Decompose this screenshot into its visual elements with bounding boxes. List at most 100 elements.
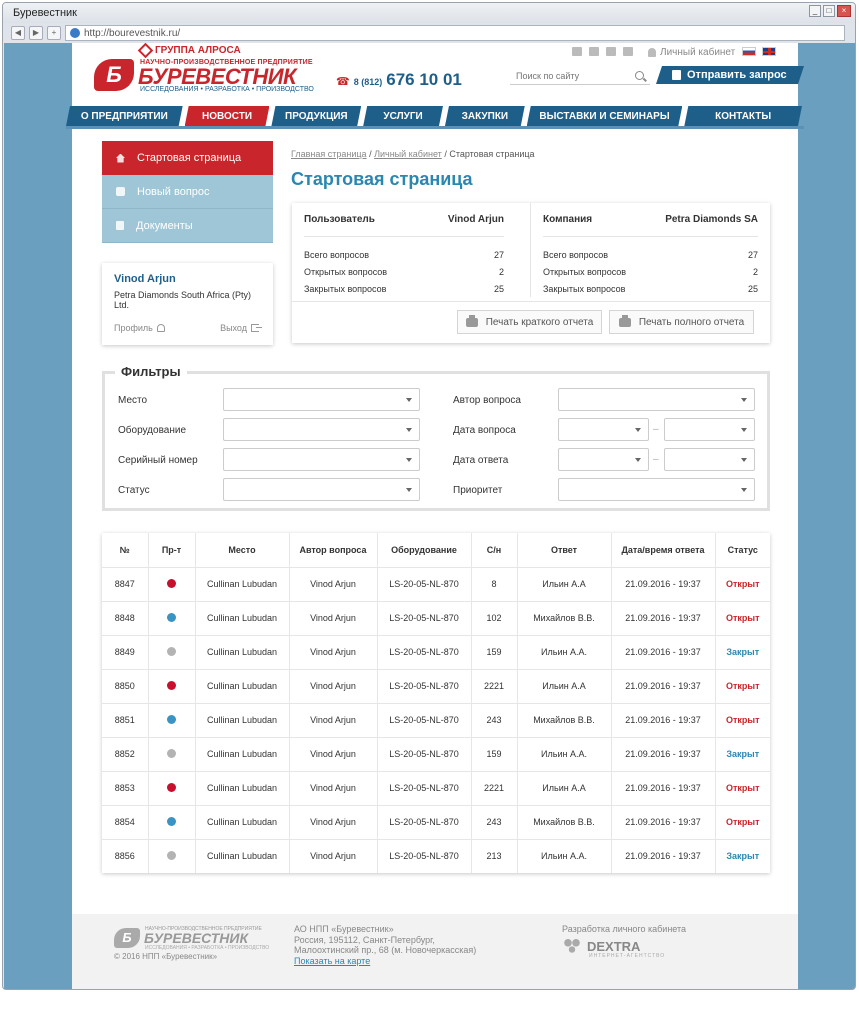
table-row[interactable]: 8848 Cullinan Lubudan Vinod Arjun LS-20-05-… bbox=[102, 601, 770, 636]
dextra-logo[interactable]: DEXTRA bbox=[562, 938, 640, 954]
table-row[interactable]: 8851 Cullinan Lubudan Vinod Arjun LS-20-05-… bbox=[102, 703, 770, 738]
table-row[interactable]: 8854 Cullinan Lubudan Vinod Arjun LS-20-05-… bbox=[102, 805, 770, 840]
table-cell-equipment: LS-20-05-NL-870 bbox=[377, 601, 472, 636]
dextra-icon bbox=[562, 938, 582, 954]
minimize-icon[interactable]: _ bbox=[809, 5, 821, 17]
filter-question-date-from[interactable] bbox=[558, 418, 649, 441]
send-request-button[interactable]: Отправить запрос bbox=[656, 66, 804, 84]
filter-status-select[interactable] bbox=[223, 478, 420, 501]
mail-icon[interactable] bbox=[606, 47, 616, 56]
filters-title: Фильтры bbox=[115, 364, 187, 379]
filter-answer-date-from[interactable] bbox=[558, 448, 649, 471]
priority-cell bbox=[148, 703, 196, 738]
breadcrumb-cabinet[interactable]: Личный кабинет bbox=[374, 149, 442, 159]
phone[interactable]: ☎ 8 (812) 676 10 01 bbox=[336, 70, 462, 90]
logo-subtitle-bottom: ИССЛЕДОВАНИЯ • РАЗРАБОТКА • ПРОИЗВОДСТВО bbox=[140, 86, 314, 93]
logo-mark-icon: Б bbox=[94, 59, 134, 91]
table-cell-sn: 159 bbox=[471, 737, 518, 772]
site-logo[interactable]: ГРУППА АЛРОСА Б НАУЧНО-ПРОИЗВОДСТВЕННОЕ … bbox=[94, 43, 324, 98]
filter-question-date-to[interactable] bbox=[664, 418, 755, 441]
table-cell-equipment: LS-20-05-NL-870 bbox=[377, 635, 472, 670]
show-map-link[interactable]: Показать на карте bbox=[294, 956, 476, 967]
nav-item-contacts[interactable]: КОНТАКТЫ bbox=[684, 106, 802, 126]
priority-cell bbox=[148, 601, 196, 636]
breadcrumb: Главная страница / Личный кабинет / Стар… bbox=[291, 149, 535, 159]
table-cell-author: Vinod Arjun bbox=[289, 669, 378, 704]
filter-answer-date-to[interactable] bbox=[664, 448, 755, 471]
filter-author-select[interactable] bbox=[558, 388, 755, 411]
side-item-new-question[interactable]: Новый вопрос bbox=[102, 175, 273, 209]
close-icon[interactable]: × bbox=[837, 5, 851, 17]
sitemap-icon[interactable] bbox=[589, 47, 599, 56]
logout-link[interactable]: Выход bbox=[220, 323, 262, 333]
table-row[interactable]: 8853 Cullinan Lubudan Vinod Arjun LS-20-05-… bbox=[102, 771, 770, 806]
table-cell-num: 8851 bbox=[102, 703, 149, 738]
table-cell-datetime: 21.09.2016 - 19:37 bbox=[611, 805, 716, 840]
table-cell-author: Vinod Arjun bbox=[289, 737, 378, 772]
home-icon[interactable] bbox=[572, 47, 582, 56]
table-header-cell: Место bbox=[195, 533, 290, 568]
stat-value: 27 bbox=[493, 249, 504, 260]
nav-item-news[interactable]: НОВОСТИ bbox=[185, 106, 270, 126]
footer-address-line: АО НПП «Буревестник» bbox=[294, 924, 394, 934]
breadcrumb-home[interactable]: Главная страница bbox=[291, 149, 367, 159]
filter-priority-select[interactable] bbox=[558, 478, 755, 501]
nav-item-about[interactable]: О ПРЕДПРИЯТИИ bbox=[66, 106, 183, 126]
search-input[interactable] bbox=[516, 70, 626, 81]
stats-company-rows: Всего вопросов 27 Открытых вопросов 2 Закр… bbox=[543, 246, 758, 297]
nav-item-products[interactable]: ПРОДУКЦИЯ bbox=[271, 106, 361, 126]
nav-item-purchases[interactable]: ЗАКУПКИ bbox=[445, 106, 525, 126]
print-icon[interactable] bbox=[623, 47, 633, 56]
table-cell-datetime: 21.09.2016 - 19:37 bbox=[611, 601, 716, 636]
filter-author-label: Автор вопроса bbox=[453, 395, 521, 406]
question-icon bbox=[116, 187, 125, 196]
flag-en-icon[interactable] bbox=[762, 47, 776, 56]
breadcrumb-current: Стартовая страница bbox=[449, 149, 535, 159]
side-item-documents[interactable]: Документы bbox=[102, 209, 273, 243]
priority-dot-icon bbox=[167, 850, 176, 860]
print-full-report-button[interactable]: Печать полного отчета bbox=[609, 310, 754, 334]
table-cell-status: Закрыт bbox=[726, 851, 760, 862]
search-icon[interactable] bbox=[635, 71, 644, 80]
stat-label: Открытых вопросов bbox=[543, 266, 627, 277]
filter-serial-select[interactable] bbox=[223, 448, 420, 471]
stat-label: Всего вопросов bbox=[543, 249, 609, 260]
print-short-report-button[interactable]: Печать краткого отчета bbox=[457, 310, 602, 334]
table-cell-sn: 243 bbox=[471, 805, 518, 840]
priority-dot-icon bbox=[167, 714, 176, 724]
address-row: ◀ ▶ + http://bourevestnik.ru/ bbox=[3, 23, 855, 43]
cabinet-link[interactable]: Личный кабинет bbox=[648, 47, 735, 58]
filter-serial-label: Серийный номер bbox=[118, 455, 198, 466]
table-cell-status: Закрыт bbox=[715, 635, 770, 670]
print-full-label: Печать полного отчета bbox=[638, 316, 745, 328]
table-cell-place: Cullinan Lubudan bbox=[195, 635, 290, 670]
filter-place-select[interactable] bbox=[223, 388, 420, 411]
table-row[interactable]: 8849 Cullinan Lubudan Vinod Arjun LS-20-05-… bbox=[102, 635, 770, 670]
table-row[interactable]: 8850 Cullinan Lubudan Vinod Arjun LS-20-05-… bbox=[102, 669, 770, 704]
table-row[interactable]: 8847 Cullinan Lubudan Vinod Arjun LS-20-05-… bbox=[102, 567, 770, 602]
side-item-start[interactable]: Стартовая страница bbox=[102, 141, 273, 175]
flag-ru-icon[interactable] bbox=[742, 47, 756, 56]
filter-status-label: Статус bbox=[118, 485, 150, 496]
table-header-cell: Пр-т bbox=[148, 533, 196, 568]
stats-user-value: Vinod Arjun bbox=[447, 214, 504, 225]
table-row[interactable]: 8856 Cullinan Lubudan Vinod Arjun LS-20-05-… bbox=[102, 839, 770, 873]
address-bar[interactable]: http://bourevestnik.ru/ bbox=[65, 25, 845, 41]
maximize-icon[interactable]: □ bbox=[823, 5, 835, 17]
nav-item-exhibitions[interactable]: ВЫСТАВКИ И СЕМИНАРЫ bbox=[527, 106, 683, 126]
profile-icon bbox=[156, 324, 165, 332]
new-tab-icon[interactable]: + bbox=[47, 26, 61, 40]
forward-icon[interactable]: ▶ bbox=[29, 26, 43, 40]
priority-cell bbox=[148, 839, 196, 873]
date-range-dash: – bbox=[653, 424, 659, 435]
alrosa-diamond-icon bbox=[137, 43, 154, 59]
table-header-cell: Автор вопроса bbox=[289, 533, 378, 568]
back-icon[interactable]: ◀ bbox=[11, 26, 25, 40]
table-row[interactable]: 8852 Cullinan Lubudan Vinod Arjun LS-20-05-… bbox=[102, 737, 770, 772]
filter-equipment-select[interactable] bbox=[223, 418, 420, 441]
main-nav: О ПРЕДПРИЯТИИ НОВОСТИ ПРОДУКЦИЯ УСЛУГИ З… bbox=[66, 106, 804, 126]
table-cell-place: Cullinan Lubudan bbox=[195, 601, 290, 636]
nav-item-services[interactable]: УСЛУГИ bbox=[363, 106, 443, 126]
profile-link[interactable]: Профиль bbox=[114, 323, 165, 333]
priority-cell bbox=[148, 567, 196, 602]
